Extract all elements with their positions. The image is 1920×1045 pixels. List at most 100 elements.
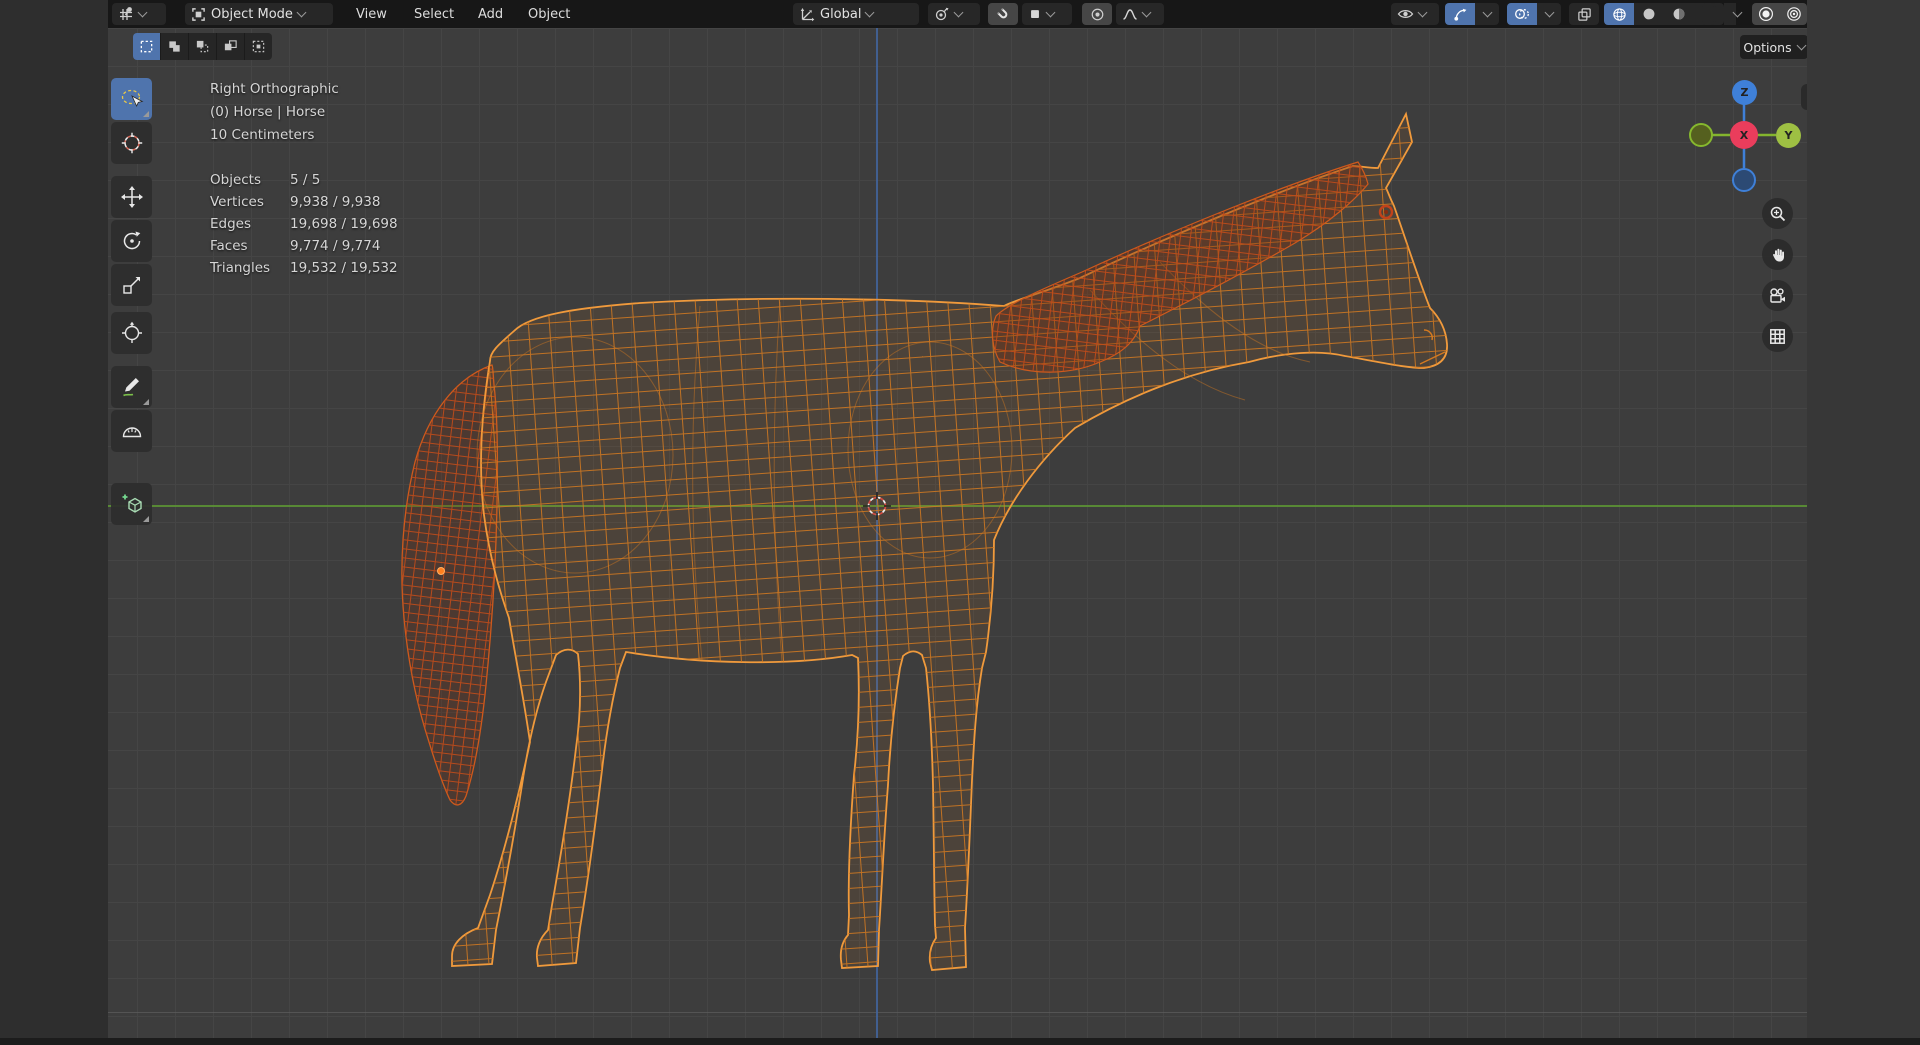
show-overlays-toggle[interactable] (1507, 3, 1537, 25)
window-margin-right (1807, 0, 1920, 1045)
chevron-down-icon (1732, 7, 1742, 18)
select-mode-extend[interactable] (161, 33, 189, 60)
active-object-label: (0) Horse | Horse (210, 104, 326, 120)
viewport-info-block: Right Orthographic (0) Horse | Horse 10 … (210, 81, 339, 150)
tool-rotate[interactable] (111, 220, 152, 262)
gizmo-axis-z-neg[interactable] (1732, 168, 1756, 192)
material-preview-icon (1672, 7, 1686, 21)
transform-orientation-dropdown[interactable]: Global (793, 3, 919, 25)
shading-wireframe-button[interactable] (1604, 3, 1634, 25)
proportional-editing-toggle[interactable] (1082, 3, 1112, 25)
tool-select-box[interactable] (111, 78, 152, 120)
tool-annotate[interactable] (111, 366, 152, 408)
orientation-label: Global (820, 6, 862, 22)
scale-icon (120, 273, 144, 297)
mode-label: Object Mode (211, 6, 293, 22)
3d-viewport-editor-icon (118, 6, 134, 22)
transform-icon (120, 321, 144, 345)
select-box-icon (120, 87, 144, 111)
editor-type-button[interactable] (112, 3, 166, 25)
tool-measure[interactable] (111, 410, 152, 452)
menu-object[interactable]: Object (524, 0, 574, 28)
stats-row-edges: Edges 19,698 / 19,698 (210, 216, 398, 232)
tool-add-cube[interactable] (111, 483, 152, 525)
falloff-dropdown[interactable] (1116, 3, 1164, 25)
chevron-down-icon (1141, 7, 1152, 18)
options-button[interactable]: Options (1740, 35, 1808, 59)
horse-wireframe-object[interactable] (0, 0, 1920, 1045)
viewport-grid-button[interactable] (1762, 321, 1793, 352)
gizmos-dropdown[interactable] (1475, 3, 1499, 25)
overlays-dropdown[interactable] (1537, 3, 1561, 25)
select-mode-subtract[interactable] (189, 33, 217, 60)
tool-scale[interactable] (111, 264, 152, 306)
gizmo-axis-y-neg[interactable] (1689, 123, 1713, 147)
chevron-down-icon (1045, 7, 1056, 18)
overlays-icon (1514, 7, 1530, 21)
show-gizmos-toggle[interactable] (1445, 3, 1475, 25)
3d-cursor (863, 492, 891, 520)
stats-row-vertices: Vertices 9,938 / 9,938 (210, 194, 381, 210)
viewport-zoom-button[interactable] (1762, 198, 1793, 229)
snap-target-icon (1028, 7, 1042, 21)
annotate-pencil-icon (120, 375, 144, 399)
solid-shading-icon (1642, 7, 1656, 21)
gizmo-axis-x[interactable]: X (1730, 121, 1758, 149)
chevron-down-icon (296, 7, 307, 18)
chevron-down-icon (865, 7, 875, 18)
grid-scale-label: 10 Centimeters (210, 127, 315, 143)
circle-toggle-b[interactable] (1780, 3, 1807, 25)
pivot-point-icon (934, 6, 950, 22)
chevron-down-icon (1544, 7, 1554, 18)
shading-dropdown[interactable] (1726, 3, 1748, 25)
menu-add[interactable]: Add (474, 0, 507, 28)
zoom-icon (1769, 205, 1787, 223)
tool-cursor[interactable] (111, 122, 152, 164)
select-mode-invert[interactable] (217, 33, 245, 60)
stats-row-objects: Objects 5 / 5 (210, 172, 321, 188)
wireframe-shading-icon (1612, 7, 1627, 22)
chevron-down-icon (1482, 7, 1492, 18)
stats-row-triangles: Triangles 19,532 / 19,532 (210, 260, 398, 276)
select-mode-group (133, 33, 272, 60)
menu-view[interactable]: View (352, 0, 391, 28)
rotate-icon (120, 229, 144, 253)
viewport-pan-button[interactable] (1762, 239, 1793, 270)
select-mode-intersect[interactable] (245, 33, 272, 60)
gizmo-axis-z[interactable]: Z (1732, 80, 1757, 105)
select-mode-set[interactable] (133, 33, 161, 60)
object-origin-dot (437, 567, 445, 575)
blender-window: Object Mode View Select Add Object Globa… (0, 0, 1920, 1045)
circle-ring-icon (1786, 6, 1802, 22)
cursor-tool-icon (120, 131, 144, 155)
window-margin-bottom (0, 1038, 1920, 1045)
gizmos-icon (1453, 7, 1468, 22)
camera-view-icon (1768, 287, 1787, 305)
add-cube-icon (119, 491, 145, 517)
pivot-point-dropdown[interactable] (928, 3, 980, 25)
shading-material-button[interactable] (1664, 3, 1694, 25)
menu-select[interactable]: Select (410, 0, 458, 28)
move-icon (120, 185, 144, 209)
magnet-icon (996, 7, 1011, 22)
mode-dropdown[interactable]: Object Mode (185, 3, 333, 25)
chevron-down-icon (1796, 40, 1807, 51)
circle-toggle-a[interactable] (1752, 3, 1780, 25)
chevron-down-icon (953, 7, 964, 18)
snap-target-dropdown[interactable] (1022, 3, 1072, 25)
object-visibility-dropdown[interactable] (1391, 3, 1439, 25)
stats-row-faces: Faces 9,774 / 9,774 (210, 238, 381, 254)
transform-orientation-icon (799, 6, 815, 22)
chevron-down-icon (1417, 7, 1428, 18)
grid-ortho-icon (1769, 328, 1786, 345)
tool-transform[interactable] (111, 312, 152, 354)
gizmo-axis-y[interactable]: Y (1776, 123, 1801, 148)
xray-toggle[interactable] (1569, 3, 1599, 25)
snap-toggle-button[interactable] (988, 3, 1018, 25)
tool-move[interactable] (111, 176, 152, 218)
scene-stats: Objects 5 / 5 Vertices 9,938 / 9,938 Edges… (210, 169, 398, 279)
window-margin-left (0, 0, 108, 1045)
shading-solid-button[interactable] (1634, 3, 1664, 25)
viewport-camera-button[interactable] (1762, 280, 1793, 311)
navigation-gizmo[interactable]: Z Y X (1674, 62, 1814, 202)
